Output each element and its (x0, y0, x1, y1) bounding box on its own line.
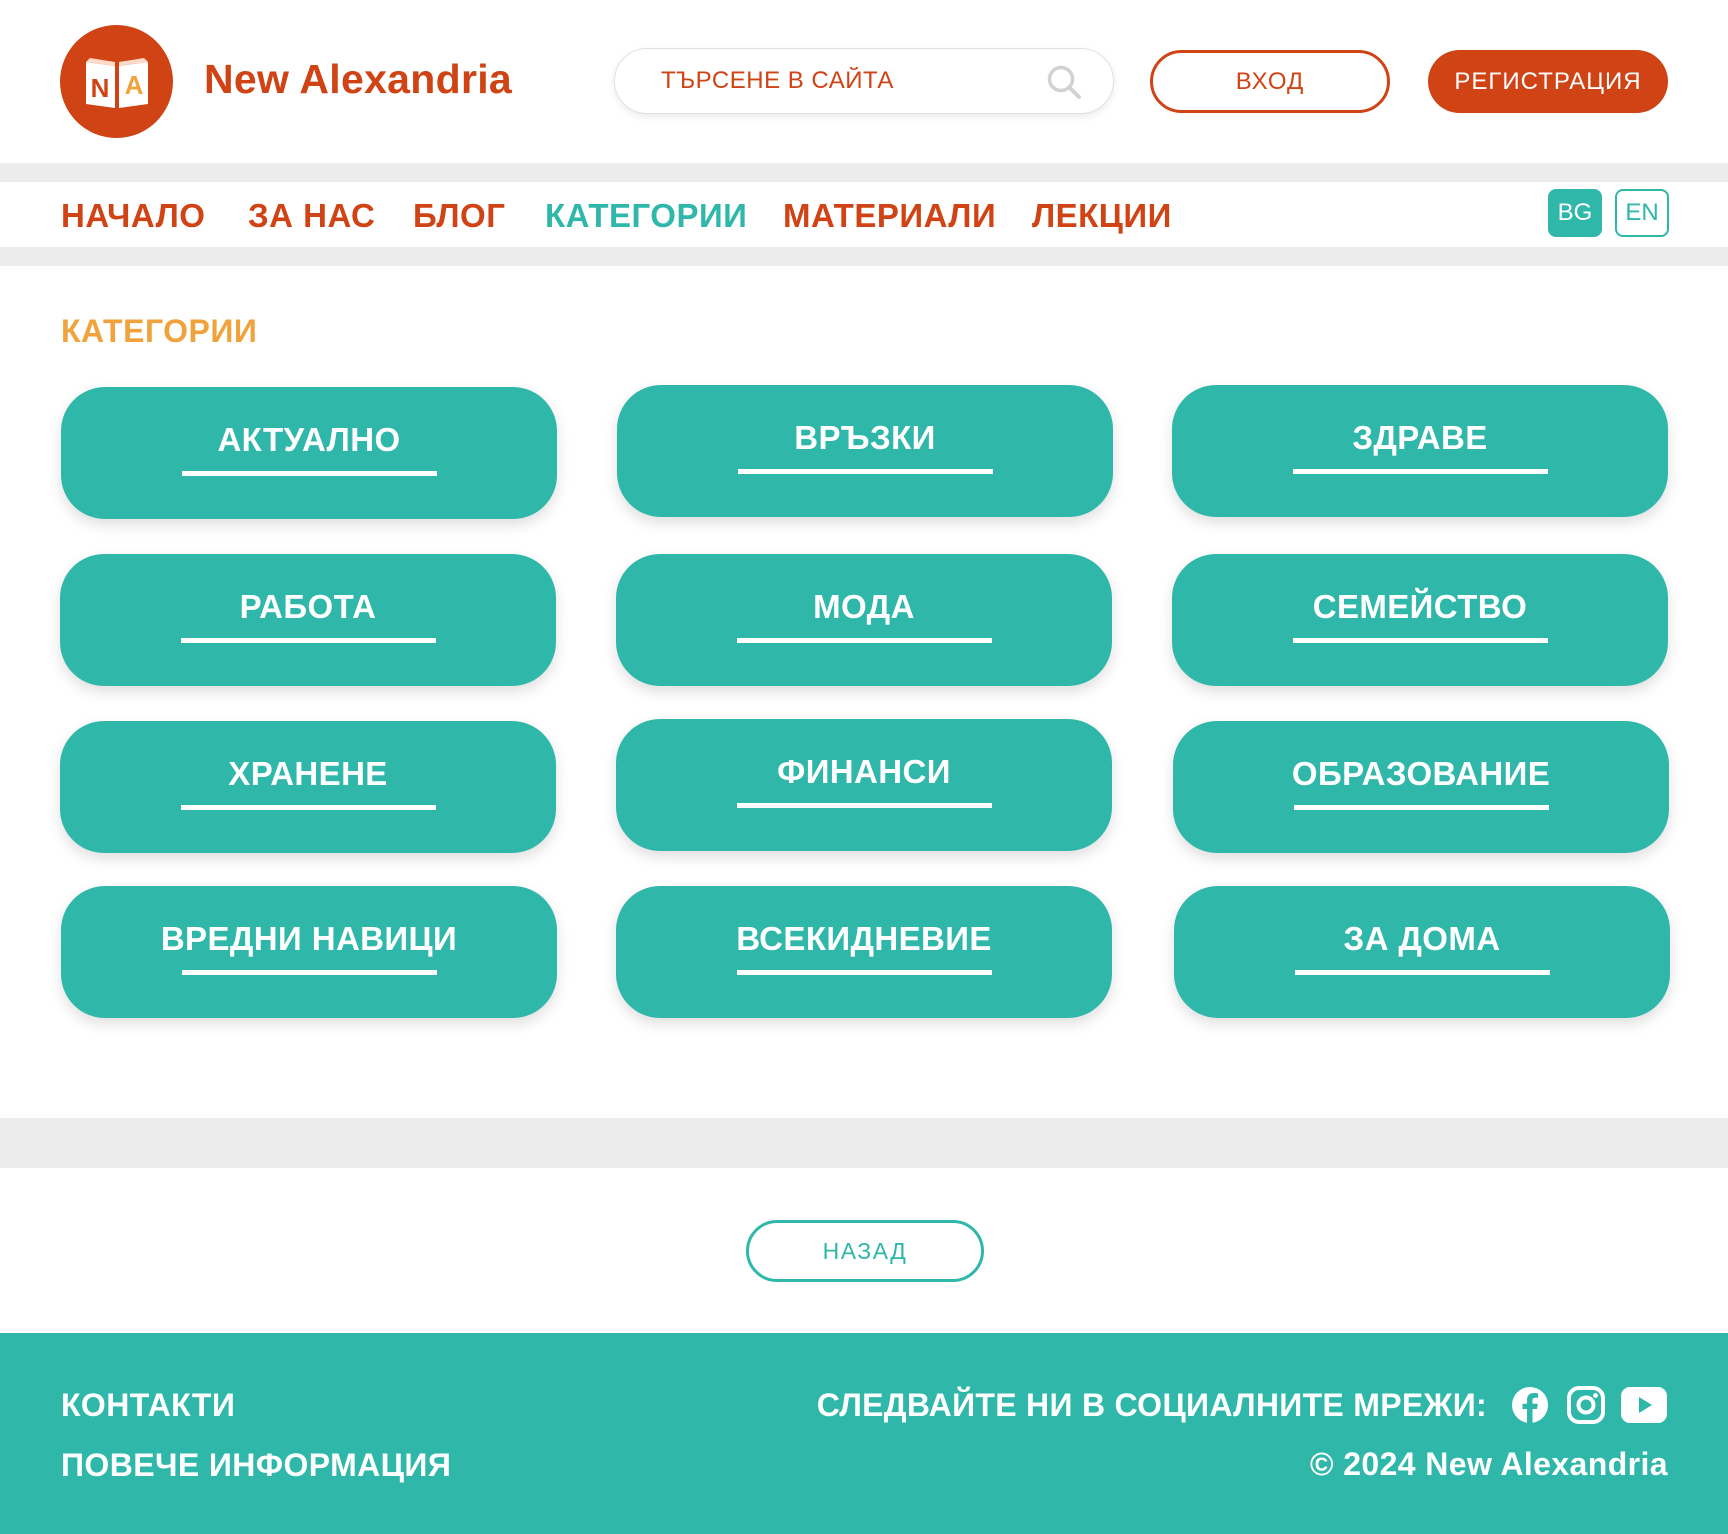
category-underline (736, 638, 992, 643)
category-underline (181, 471, 437, 476)
nav-item-materials[interactable]: МАТЕРИАЛИ (783, 197, 996, 235)
footer-contacts-link[interactable]: КОНТАКТИ (61, 1387, 235, 1424)
search-box (614, 48, 1114, 114)
category-card-family[interactable]: СЕМЕЙСТВО (1172, 554, 1668, 686)
divider (0, 1118, 1728, 1168)
category-underline (1292, 469, 1548, 474)
category-card-home[interactable]: ЗА ДОМА (1174, 886, 1670, 1018)
category-label: МОДА (813, 588, 915, 625)
logo-letter-a: A (124, 70, 143, 100)
page: N A New Alexandria ВХОД РЕГИСТРАЦИЯ НАЧА… (0, 0, 1728, 1534)
main-nav: НАЧАЛО ЗА НАС БЛОГ КАТЕГОРИИ МАТЕРИАЛИ Л… (0, 182, 1728, 247)
register-button[interactable]: РЕГИСТРАЦИЯ (1428, 50, 1668, 113)
category-underline (1293, 805, 1549, 810)
youtube-icon[interactable] (1620, 1385, 1668, 1425)
search-icon[interactable] (1045, 63, 1083, 101)
category-underline (1294, 970, 1550, 975)
category-underline (181, 970, 437, 975)
category-label: ВСЕКИДНЕВИЕ (736, 920, 992, 957)
nav-item-about[interactable]: ЗА НАС (248, 197, 375, 235)
divider (0, 163, 1728, 182)
category-underline (1292, 638, 1548, 643)
category-label: СЕМЕЙСТВО (1312, 588, 1528, 625)
category-card-current[interactable]: АКТУАЛНО (61, 387, 557, 519)
category-card-relationships[interactable]: ВРЪЗКИ (617, 385, 1113, 517)
category-label: ЗДРАВЕ (1352, 419, 1488, 456)
category-underline (736, 970, 992, 975)
back-button[interactable]: НАЗАД (746, 1220, 984, 1282)
category-label: ХРАНЕНЕ (228, 755, 388, 792)
nav-item-home[interactable]: НАЧАЛО (61, 197, 205, 235)
login-button[interactable]: ВХОД (1150, 50, 1390, 113)
divider (0, 247, 1728, 266)
header: N A New Alexandria ВХОД РЕГИСТРАЦИЯ (0, 0, 1728, 163)
instagram-icon[interactable] (1566, 1385, 1606, 1425)
category-label: ОБРАЗОВАНИЕ (1291, 755, 1551, 792)
book-logo-icon: N A (85, 57, 148, 108)
brand-name[interactable]: New Alexandria (204, 56, 512, 103)
nav-item-blog[interactable]: БЛОГ (413, 197, 505, 235)
category-card-everyday[interactable]: ВСЕКИДНЕВИЕ (616, 886, 1112, 1018)
nav-item-categories[interactable]: КАТЕГОРИИ (545, 197, 747, 235)
copyright-text: © 2024 New Alexandria (1309, 1446, 1668, 1482)
language-en-button[interactable]: EN (1615, 189, 1669, 237)
category-underline (736, 803, 992, 808)
category-underline (180, 805, 436, 810)
footer-more-info-link[interactable]: ПОВЕЧЕ ИНФОРМАЦИЯ (61, 1447, 451, 1484)
category-card-bad-habits[interactable]: ВРЕДНИ НАВИЦИ (61, 886, 557, 1018)
facebook-icon[interactable] (1510, 1385, 1550, 1425)
category-label: ФИНАНСИ (777, 753, 951, 790)
category-underline (737, 469, 993, 474)
nav-item-lectures[interactable]: ЛЕКЦИИ (1032, 197, 1172, 235)
category-label: РАБОТА (239, 588, 377, 625)
language-bg-button[interactable]: BG (1548, 189, 1602, 237)
category-card-health[interactable]: ЗДРАВЕ (1172, 385, 1668, 517)
category-card-work[interactable]: РАБОТА (60, 554, 556, 686)
follow-us-text: СЛЕДВАЙТЕ НИ В СОЦИАЛНИТЕ МРЕЖИ: (816, 1387, 1487, 1423)
category-label: ВРЪЗКИ (794, 419, 936, 456)
logo[interactable]: N A (60, 25, 173, 138)
page-title: КАТЕГОРИИ (61, 313, 258, 349)
logo-letter-n: N (90, 73, 109, 103)
category-label: ВРЕДНИ НАВИЦИ (160, 920, 458, 957)
category-label: АКТУАЛНО (217, 421, 401, 458)
category-card-education[interactable]: ОБРАЗОВАНИЕ (1173, 721, 1669, 853)
category-card-finance[interactable]: ФИНАНСИ (616, 719, 1112, 851)
category-underline (180, 638, 436, 643)
search-input[interactable] (661, 67, 1041, 95)
category-card-fashion[interactable]: МОДА (616, 554, 1112, 686)
footer: КОНТАКТИ ПОВЕЧЕ ИНФОРМАЦИЯ СЛЕДВАЙТЕ НИ … (0, 1333, 1728, 1534)
category-card-nutrition[interactable]: ХРАНЕНЕ (60, 721, 556, 853)
category-label: ЗА ДОМА (1343, 920, 1501, 957)
